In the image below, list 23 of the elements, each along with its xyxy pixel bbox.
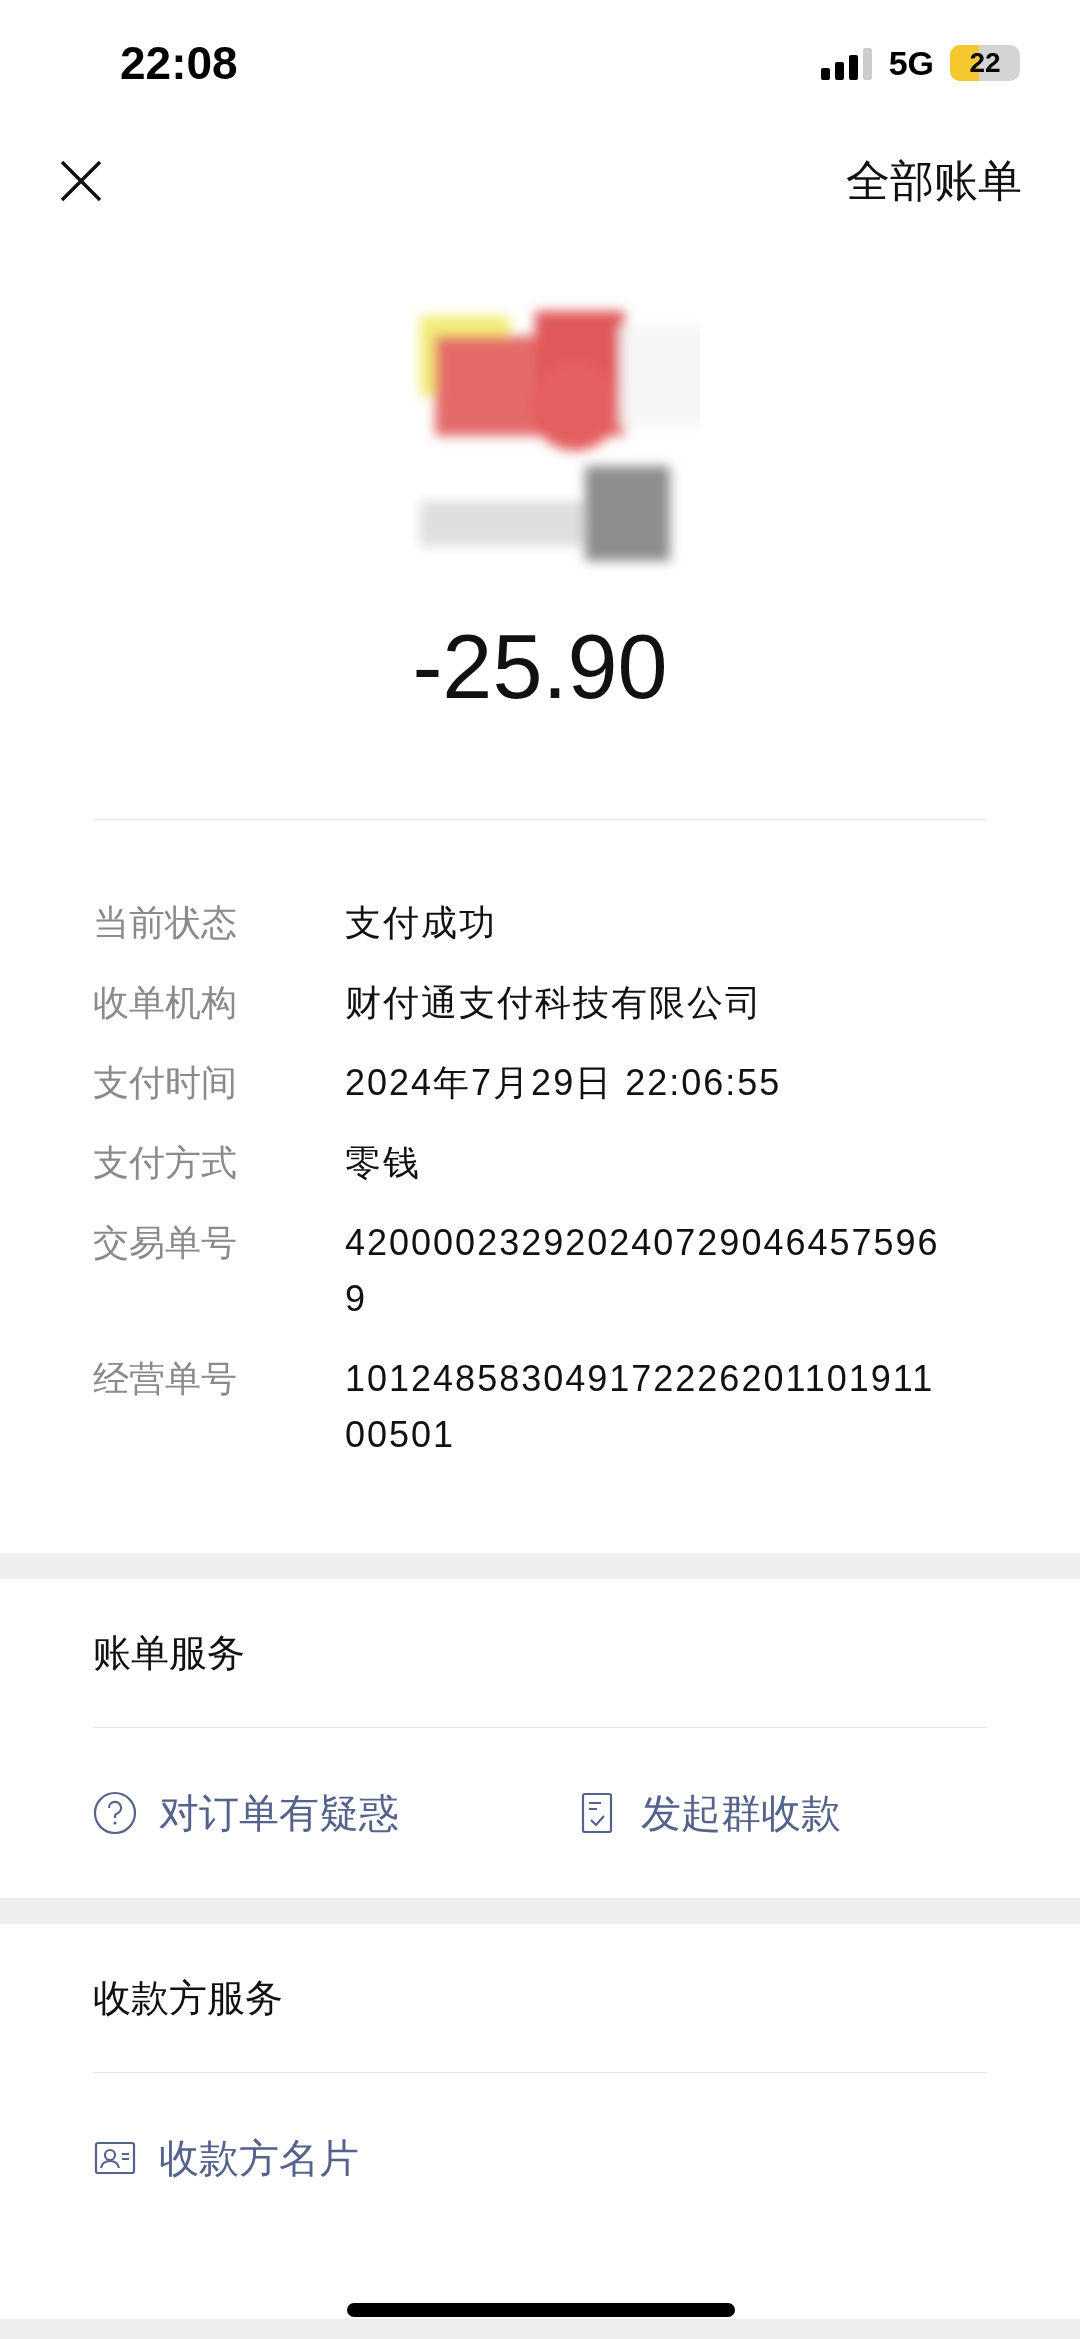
clock: 22:08 [120,36,238,90]
detail-value: 10124858304917222620110191100501 [345,1357,936,1457]
detail-value: 4200002329202407290464575969 [345,1221,941,1321]
network-label: 5G [888,43,934,83]
all-bills-link[interactable]: 全部账单 [840,150,1028,212]
detail-label: 交易单号 [93,1221,238,1265]
action-link[interactable]: 收款方名片 [93,2130,575,2186]
section-title: 收款方服务 [93,1974,284,2022]
detail-label: 支付时间 [93,1061,238,1105]
detail-label: 收单机构 [93,981,238,1025]
amount: -25.90 [411,616,669,719]
detail-value: 财付通支付科技有限公司 [345,981,764,1025]
section-title: 账单服务 [93,1629,246,1677]
detail-value: 支付成功 [345,901,498,945]
detail-label: 支付方式 [93,1141,238,1185]
detail-value: 零钱 [345,1141,422,1185]
detail-value: 2024年7月29日 22:06:55 [345,1061,783,1105]
action-link[interactable]: 发起群收款 [575,1785,1057,1841]
signal-icon [820,46,873,80]
detail-label: 当前状态 [93,901,238,945]
action-link[interactable]: 对订单有疑惑 [93,1785,575,1841]
help-icon [93,1791,137,1835]
detail-label: 经营单号 [93,1357,238,1401]
